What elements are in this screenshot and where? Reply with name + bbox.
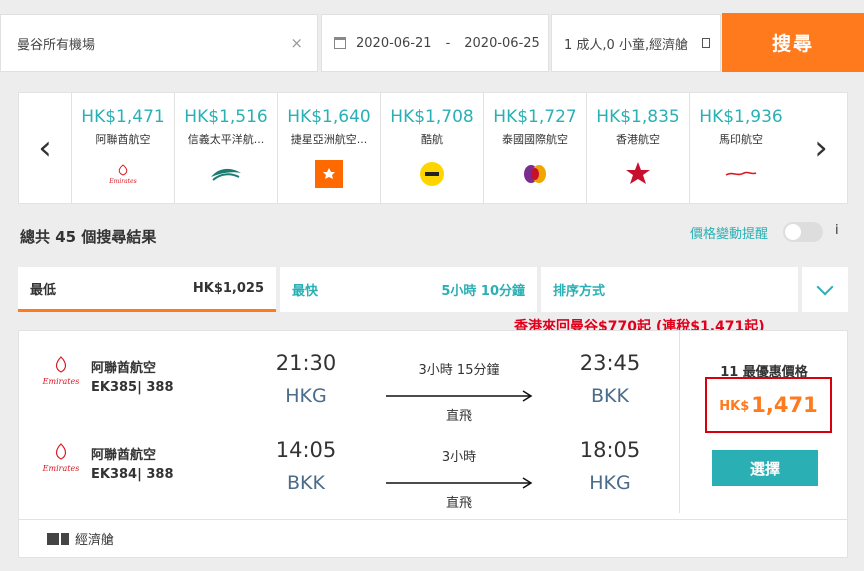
info-icon[interactable]: i [835,223,839,238]
passenger-value: 1 成人,0 小童,經濟艙 [564,37,689,53]
tab-fastest-value: 5小時 10分鐘 [441,284,525,299]
airline-price: HK$1,471 [81,107,165,127]
cabin-class: 經濟艙 [75,533,115,548]
arrival-time: 23:45 [579,351,641,375]
results-count: 總共 45 個搜尋結果 [20,228,157,246]
emirates-wordmark: Emirates [42,464,80,473]
tab-cheapest-value: HK$1,025 [192,280,264,296]
tab-fastest-label: 最快 [292,284,319,299]
flight-result-card: Emirates 阿聯酋航空 EK385| 388 21:30 HKG 3小時 … [18,330,848,558]
tab-cheapest[interactable]: 最低 HK$1,025 [18,267,276,312]
stops-label: 直飛 [445,409,472,424]
search-button[interactable]: 搜尋 [722,13,864,72]
emirates-logo-icon: Emirates [72,161,174,187]
passenger-cabin-select[interactable]: 1 成人,0 小童,經濟艙 [551,14,721,72]
airline-price: HK$1,727 [493,107,577,127]
emirates-wordmark: Emirates [108,178,136,185]
tab-cheapest-label: 最低 [30,282,57,298]
malindo-logo-icon [690,161,792,187]
destination-value: 曼谷所有機場 [17,37,96,53]
price-amount: 1,471 [751,393,818,417]
departure-time: 14:05 [275,438,337,462]
emirates-logo-icon: Emirates [39,442,83,476]
airline-price: HK$1,640 [287,107,371,127]
scoot-logo-icon [381,161,483,187]
carousel-airline-malindo[interactable]: HK$1,936 馬印航空 [689,93,792,203]
airline-name: 捷星亞洲航空... [290,133,368,146]
return-leg: Emirates 阿聯酋航空 EK384| 388 14:05 BKK 3小時 … [19,430,679,516]
date-from: 2020-06-21 [356,35,432,51]
carousel-airline-jetstar[interactable]: HK$1,640 捷星亞洲航空... [277,93,380,203]
airline-name: 酷航 [421,133,443,146]
airline-name: 泰國國際航空 [502,133,568,146]
tab-sort-by[interactable]: 排序方式 [541,267,798,312]
airline-name: 阿聯酋航空 [91,448,157,463]
airline-price: HK$1,708 [390,107,474,127]
destination-input[interactable]: 曼谷所有機場 × [0,14,318,72]
date-range-field[interactable]: 2020-06-21 - 2020-06-25 [321,14,549,72]
carousel-airline-hongkong-airlines[interactable]: HK$1,835 香港航空 [586,93,689,203]
dropdown-icon [702,38,710,48]
flight-duration: 3小時 15分鐘 [418,363,500,378]
price-highlight-box: HK$ 1,471 [705,377,832,433]
chevron-down-icon [816,278,834,295]
flight-duration: 3小時 [441,450,477,465]
flight-number: EK385| 388 [91,380,174,395]
departure-time: 21:30 [275,351,337,375]
search-bar: 曼谷所有機場 × 2020-06-21 - 2020-06-25 1 成人,0 … [0,0,864,72]
carousel-prev-button[interactable]: ‹ [19,93,71,203]
airline-name: 信義太平洋航... [187,133,265,146]
airline-name: 阿聯酋航空 [91,361,157,376]
hongkong-airlines-logo-icon [587,161,689,187]
seat-icon [47,532,69,545]
date-separator: - [445,35,451,51]
tab-sort-label: 排序方式 [553,284,606,299]
departure-airport: BKK [287,472,325,494]
airline-name: 馬印航空 [719,133,763,146]
sort-expand-button[interactable] [802,267,848,312]
chevron-right-icon: › [814,128,828,168]
calendar-icon [334,37,346,49]
arrival-time: 18:05 [579,438,641,462]
airline-name: 阿聯酋航空 [95,133,151,146]
airline-price-carousel: ‹ HK$1,471 阿聯酋航空 Emirates HK$1,516 信義太平洋… [18,92,848,204]
date-to: 2020-06-25 [464,35,540,51]
cabin-row: 經濟艙 [19,519,847,557]
arrow-right-icon [386,477,533,489]
airline-price: HK$1,936 [699,107,783,127]
clear-icon[interactable]: × [290,34,303,52]
departure-airport: HKG [285,385,327,407]
arrival-airport: BKK [591,385,629,407]
arrow-right-icon [386,390,533,402]
price-alert-label[interactable]: 價格變動提醒 [690,223,768,242]
price-alert-toggle[interactable] [783,222,823,242]
airline-name: 香港航空 [616,133,660,146]
emirates-wordmark: Emirates [42,377,80,386]
airline-price: HK$1,516 [184,107,268,127]
thai-logo-icon [484,161,586,187]
cathay-logo-icon [175,161,277,187]
emirates-logo-icon: Emirates [39,355,83,389]
carousel-next-button[interactable]: › [795,93,847,203]
airline-price: HK$1,835 [596,107,680,127]
price-column: 11 最優惠價格 HK$ 1,471 選擇 [679,331,847,513]
select-button[interactable]: 選擇 [712,450,818,486]
jetstar-logo-icon [278,160,380,188]
tab-fastest[interactable]: 最快 5小時 10分鐘 [280,267,537,312]
price-currency: HK$ [719,399,750,414]
toggle-knob [785,224,801,240]
stops-label: 直飛 [445,496,472,511]
carousel-airline-thai[interactable]: HK$1,727 泰國國際航空 [483,93,586,203]
carousel-airline-emirates[interactable]: HK$1,471 阿聯酋航空 Emirates [71,93,174,203]
arrival-airport: HKG [589,472,631,494]
carousel-airline-scoot[interactable]: HK$1,708 酷航 [380,93,483,203]
chevron-left-icon: ‹ [38,128,52,168]
carousel-airline-cathay[interactable]: HK$1,516 信義太平洋航... [174,93,277,203]
flight-number: EK384| 388 [91,467,174,482]
outbound-leg: Emirates 阿聯酋航空 EK385| 388 21:30 HKG 3小時 … [19,343,679,429]
